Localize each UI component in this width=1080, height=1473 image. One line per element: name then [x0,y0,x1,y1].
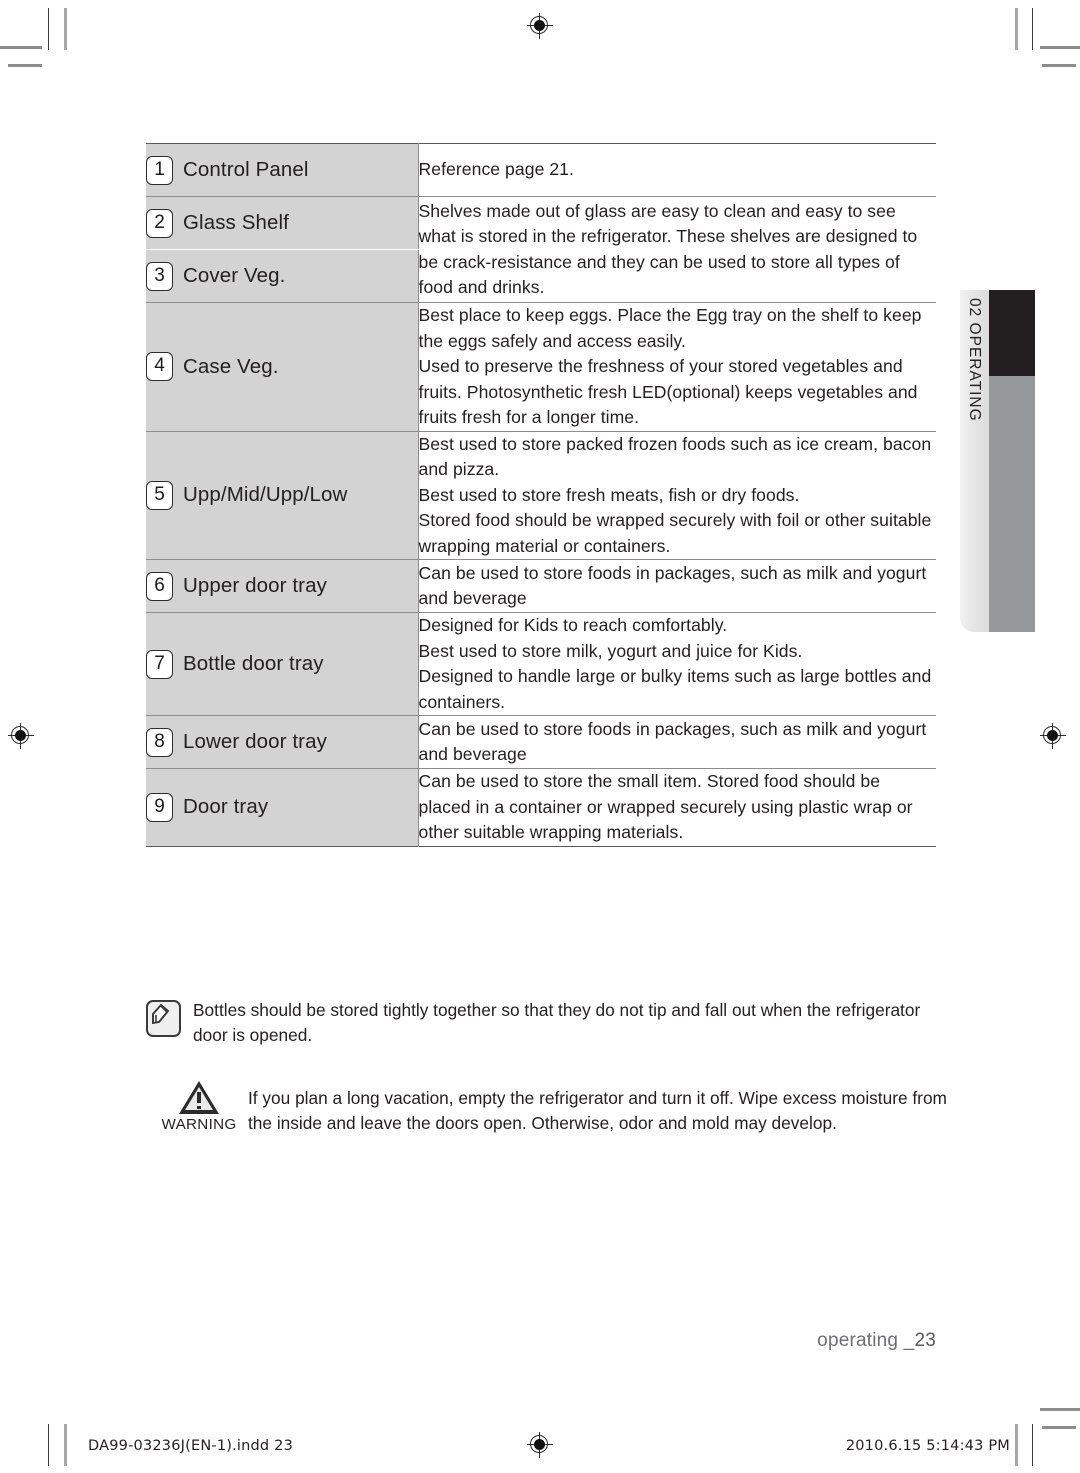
warning-icon-group: WARNING [160,1080,238,1133]
part-description-cell: Can be used to store foods in packages, … [417,559,936,613]
part-name-label: Upp/Mid/Upp/Low [183,483,348,507]
crop-mark-br-h2 [1042,1426,1076,1429]
chapter-tab-gray-block [989,376,1035,632]
part-description-text: Best place to keep eggs. Place the Egg t… [418,305,922,427]
crop-mark-tl-v2 [64,8,67,50]
part-description-text: Reference page 21. [418,159,574,180]
part-name-label: Bottle door tray [183,652,324,675]
part-number-badge: 2 [146,208,173,238]
registration-mark-right [1040,723,1066,749]
part-description-cell: Designed for Kids to reach comfortably. … [417,612,936,716]
crop-mark-tl-h2 [8,64,42,67]
part-number-badge: 4 [146,352,173,382]
crop-mark-bl-v2 [64,1424,67,1466]
part-description-text: Best used to store packed frozen foods s… [418,433,932,556]
part-description-cell: Best used to store packed frozen foods s… [417,431,936,560]
print-filename: DA99-03236J(EN-1).indd 23 [88,1438,293,1454]
part-name-label: Upper door tray [183,574,327,597]
table-row: 8 Lower door tray Can be used to store f… [146,715,936,769]
part-name-label: Lower door tray [183,730,327,753]
part-name-label: Case Veg. [183,354,279,378]
chapter-tab-label: 02 OPERATING [966,298,983,422]
warning-callout: WARNING If you plan a long vacation, emp… [160,1080,950,1136]
part-name-cell: 6 Upper door tray [146,559,418,613]
crop-mark-tl-h1 [0,46,42,49]
part-number-badge: 6 [146,571,173,601]
part-name-cell: 1 Control Panel [146,143,418,197]
note-text: Bottles should be stored tightly togethe… [193,1000,921,1045]
page-footer-number: operating _23 [700,1330,936,1352]
registration-mark-left [8,723,34,749]
table-row: 9 Door tray Can be used to store the sma… [146,768,936,846]
table-row: 1 Control Panel Reference page 21. [146,143,936,197]
part-description-cell: Shelves made out of glass are easy to cl… [417,196,936,303]
crop-mark-br-h1 [1040,1408,1080,1411]
part-name-label: Glass Shelf [183,211,289,234]
part-description-text: Can be used to store foods in packages, … [418,718,927,765]
part-description-text: Can be used to store foods in packages, … [418,562,927,609]
part-name-cell: 5 Upp/Mid/Upp/Low [146,431,418,560]
part-name-cell: 9 Door tray [146,768,418,846]
table-row: 2 Glass Shelf Shelves made out of glass … [146,196,936,303]
part-name-cell: 8 Lower door tray [146,715,418,769]
part-name-label: Door tray [183,795,269,819]
table-row: 7 Bottle door tray Designed for Kids to … [146,612,936,716]
warning-triangle-icon [179,1081,219,1114]
registration-mark-bottom [527,1432,553,1458]
crop-mark-tr-h1 [1040,46,1080,49]
part-number-badge: 7 [146,649,173,679]
registration-mark-top [527,13,553,39]
crop-mark-tr-h2 [1042,64,1076,67]
crop-mark-tr-v1 [1032,8,1033,50]
warning-caption: WARNING [161,1116,237,1133]
part-name-cell: 4 Case Veg. [146,302,418,432]
chapter-tab-dark-block [989,290,1035,376]
table-row: 6 Upper door tray Can be used to store f… [146,559,936,613]
part-number-badge: 8 [146,727,173,757]
part-description-cell: Can be used to store foods in packages, … [417,715,936,769]
part-description-text: Can be used to store the small item. Sto… [418,771,913,842]
part-name-cell: 7 Bottle door tray [146,612,418,716]
part-description-cell: Best place to keep eggs. Place the Egg t… [417,302,936,432]
part-description-cell: Can be used to store the small item. Sto… [417,768,936,846]
parts-description-table: 1 Control Panel Reference page 21. 2 Gla… [146,143,936,847]
table-row: 5 Upp/Mid/Upp/Low Best used to store pac… [146,431,936,560]
part-number-badge: 5 [146,480,173,510]
crop-mark-bl-v1 [48,1424,49,1466]
page-footer-value: 23 [914,1330,936,1351]
part-name-label: Cover Veg. [183,264,286,287]
crop-mark-tr-v2 [1015,8,1018,50]
crop-mark-tl-v1 [48,8,49,50]
note-callout: Bottles should be stored tightly togethe… [146,998,946,1048]
part-description-text: Shelves made out of glass are easy to cl… [418,200,918,298]
part-description-cell: Reference page 21. [417,143,936,197]
part-name-cell: 3 Cover Veg. [146,249,418,303]
page-footer-label: operating _ [817,1330,915,1351]
note-pen-icon [146,1000,181,1037]
crop-mark-br-v1 [1032,1424,1033,1466]
part-number-badge: 1 [146,155,173,185]
print-timestamp: 2010.6.15 5:14:43 PM [845,1438,1010,1454]
part-name-label: Control Panel [183,158,309,181]
chapter-side-tab: 02 OPERATING [960,290,1035,632]
part-description-text: Designed for Kids to reach comfortably. … [418,615,932,712]
warning-text: If you plan a long vacation, empty the r… [248,1088,947,1133]
crop-mark-br-v2 [1015,1424,1018,1466]
manual-page: 1 Control Panel Reference page 21. 2 Gla… [0,0,1080,1473]
part-number-badge: 9 [146,792,173,822]
part-name-cell: 2 Glass Shelf [146,196,418,250]
part-number-badge: 3 [146,261,173,291]
table-row: 4 Case Veg. Best place to keep eggs. Pla… [146,302,936,432]
